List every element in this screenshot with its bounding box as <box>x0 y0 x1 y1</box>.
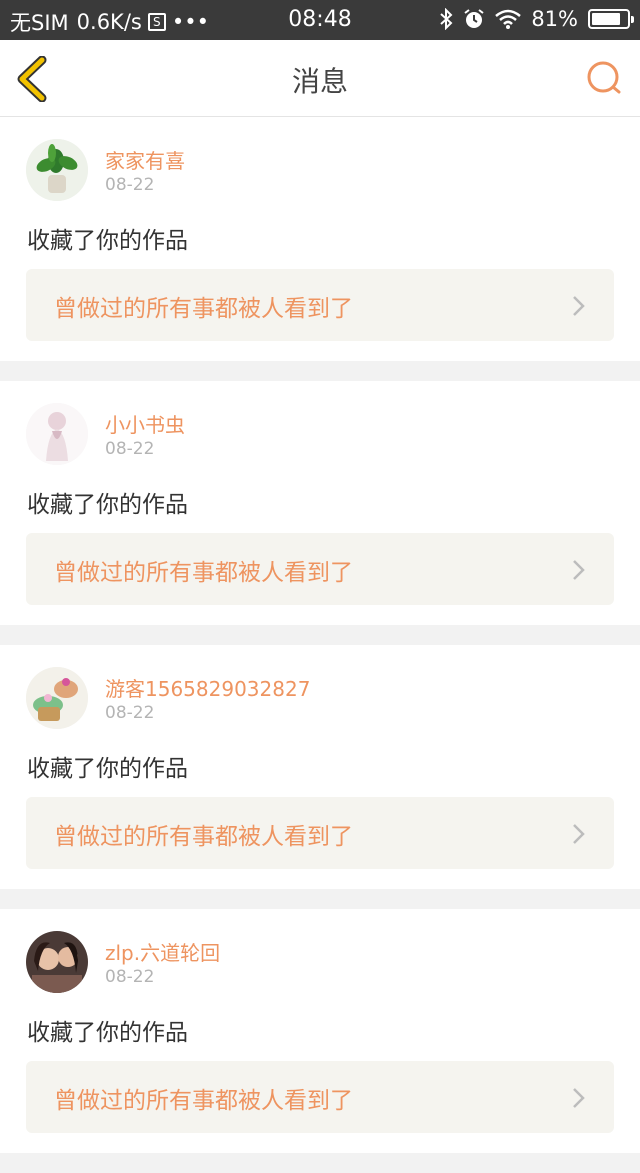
username[interactable]: 小小书虫 <box>105 409 185 438</box>
action-text: 收藏了你的作品 <box>27 492 188 518</box>
action-text: 收藏了你的作品 <box>27 756 188 782</box>
message-card: 小小书虫 08-22 收藏了你的作品 曾做过的所有事都被人看到了 <box>0 381 640 625</box>
photo-avatar-icon <box>26 931 88 993</box>
wifi-icon <box>495 9 522 29</box>
bluetooth-icon <box>440 8 453 30</box>
message-date: 08-22 <box>105 439 155 459</box>
figure-avatar-icon <box>26 403 88 465</box>
user-avatar[interactable] <box>26 403 88 465</box>
status-bar: 无SIM 0.6K/s S ••• 08:48 81% <box>0 0 640 40</box>
message-card: 家家有喜 08-22 收藏了你的作品 曾做过的所有事都被人看到了 <box>0 117 640 361</box>
chevron-right-icon <box>573 560 585 580</box>
chevron-right-icon <box>573 824 585 844</box>
cupcake-avatar-icon <box>26 667 88 729</box>
message-date: 08-22 <box>105 175 155 195</box>
username[interactable]: zlp.六道轮回 <box>105 937 220 966</box>
chevron-right-icon <box>573 1088 585 1108</box>
username[interactable]: 家家有喜 <box>105 145 185 174</box>
work-link-button[interactable]: 曾做过的所有事都被人看到了 <box>26 797 614 869</box>
alarm-icon <box>464 9 484 28</box>
battery-percent: 81% <box>531 7 578 31</box>
battery-fill <box>592 13 620 25</box>
username[interactable]: 游客1565829032827 <box>105 673 310 702</box>
message-date: 08-22 <box>105 967 155 987</box>
work-title: 曾做过的所有事都被人看到了 <box>54 824 353 850</box>
search-icon[interactable] <box>584 58 624 98</box>
user-avatar[interactable] <box>26 931 88 993</box>
plant-avatar-icon <box>26 139 88 201</box>
work-title: 曾做过的所有事都被人看到了 <box>54 560 353 586</box>
message-card: zlp.六道轮回 08-22 收藏了你的作品 曾做过的所有事都被人看到了 <box>0 909 640 1153</box>
chevron-right-icon <box>573 296 585 316</box>
message-date: 08-22 <box>105 703 155 723</box>
work-title: 曾做过的所有事都被人看到了 <box>54 296 353 322</box>
work-link-button[interactable]: 曾做过的所有事都被人看到了 <box>26 533 614 605</box>
work-link-button[interactable]: 曾做过的所有事都被人看到了 <box>26 269 614 341</box>
user-avatar[interactable] <box>26 139 88 201</box>
user-avatar[interactable] <box>26 667 88 729</box>
nav-bar: 消息 <box>0 40 640 117</box>
message-card: 游客1565829032827 08-22 收藏了你的作品 曾做过的所有事都被人… <box>0 645 640 889</box>
status-right: 81% <box>439 7 634 31</box>
page-title: 消息 <box>291 65 348 98</box>
action-text: 收藏了你的作品 <box>27 1020 188 1046</box>
battery-icon <box>588 9 634 29</box>
work-title: 曾做过的所有事都被人看到了 <box>54 1088 353 1114</box>
action-text: 收藏了你的作品 <box>27 228 188 254</box>
message-list: 家家有喜 08-22 收藏了你的作品 曾做过的所有事都被人看到了 小小书虫 08… <box>0 117 640 1173</box>
work-link-button[interactable]: 曾做过的所有事都被人看到了 <box>26 1061 614 1133</box>
